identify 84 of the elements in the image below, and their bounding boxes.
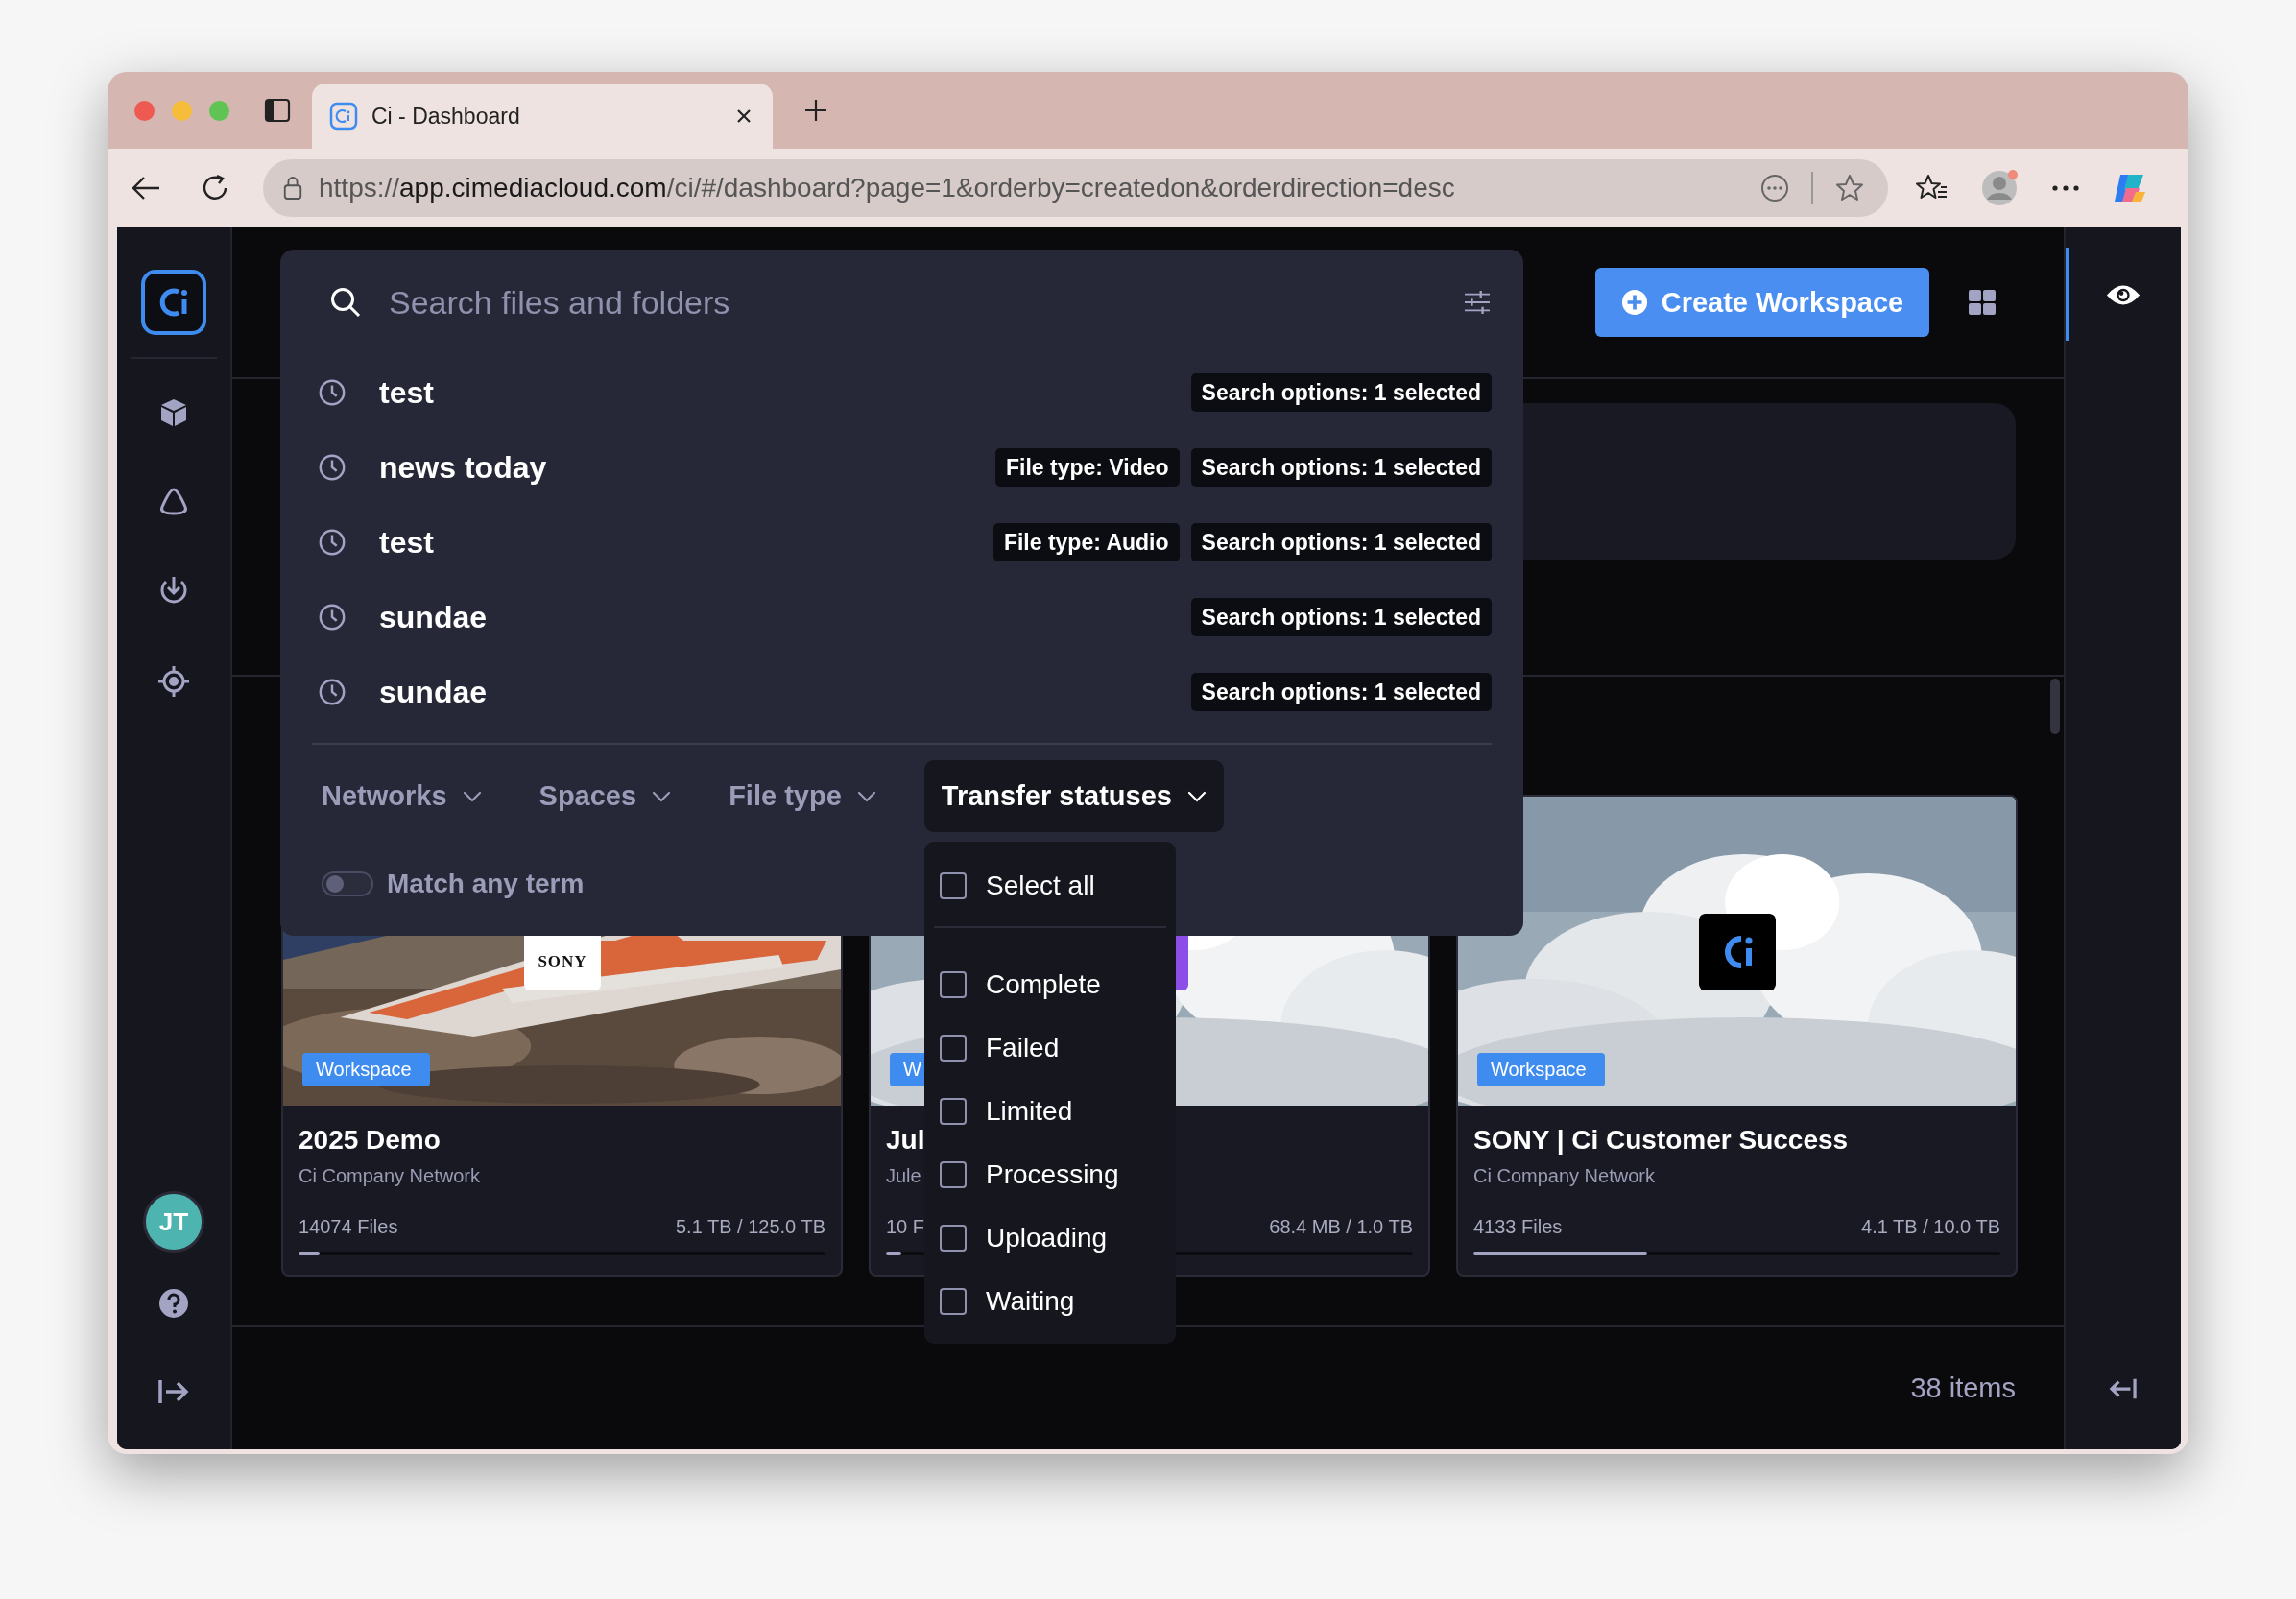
checkbox[interactable] [940,1098,967,1125]
clock-icon [318,528,347,557]
storage-usage: 68.4 MB / 1.0 TB [1269,1216,1413,1238]
workspace-badge: Workspace [302,1053,430,1086]
toggle-switch[interactable] [322,871,373,896]
network-name: Jule [886,1165,921,1187]
eye-icon[interactable] [2105,283,2141,307]
item-count: 38 items [1910,1372,2016,1404]
search-tag: Search options: 1 selected [1190,523,1492,561]
checkbox[interactable] [940,1161,967,1188]
search-query: test [379,374,434,411]
profile-icon[interactable] [1980,169,2019,207]
card-title: SONY | Ci Customer Success [1473,1125,1849,1156]
menu-option[interactable]: Uploading [924,1206,1176,1270]
recent-search-item[interactable]: news today File type: Video Search options: 1 selected [312,430,1492,505]
file-count: 14074 Files [299,1216,398,1238]
search-icon [329,286,362,319]
search-tag: Search options: 1 selected [1190,373,1492,412]
collapse-icon[interactable] [2109,1376,2138,1401]
menu-option[interactable]: Complete [924,953,1176,1016]
search-query: test [379,524,434,561]
workspace-card[interactable]: Workspace SONY | Ci Customer Success Ci Company Network 4133 Files 4.1 TB / 10.0 TB [1456,795,2018,1277]
scrollbar-thumb[interactable] [2050,679,2060,734]
recent-search-item[interactable]: test Search options: 1 selected [312,355,1492,430]
storage-usage: 5.1 TB / 125.0 TB [675,1216,825,1238]
search-field[interactable]: Search files and folders [389,279,1436,325]
network-name: Ci Company Network [1473,1165,1655,1187]
menu-option[interactable]: Processing [924,1143,1176,1206]
sidebar-toggle-icon[interactable] [264,98,291,123]
checkbox[interactable] [940,971,967,998]
checkbox[interactable] [940,872,967,899]
grid-view-icon[interactable] [1968,289,1997,316]
chevron-down-icon [1186,790,1207,802]
card-title: 2025 Demo [299,1125,441,1156]
filter-settings-icon[interactable] [1463,290,1492,315]
search-tag: Search options: 1 selected [1190,448,1492,487]
back-icon[interactable] [131,175,161,202]
filter-dropdown[interactable]: Transfer statuses [923,760,1224,832]
address-bar[interactable]: https://app.cimediacloud.com/ci/#/dashboard?page=1&orderby=createdon&orderdirection=desc [263,159,1888,217]
search-tag: File type: Audio [993,523,1180,561]
clock-icon [318,378,347,407]
file-count: 4133 Files [1473,1216,1563,1238]
favicon-icon [329,102,358,131]
search-tag: Search options: 1 selected [1190,598,1492,636]
crosshair-icon[interactable] [156,664,191,699]
new-tab-icon[interactable] [803,98,828,123]
search-tag: Search options: 1 selected [1190,673,1492,711]
toggle-label: Match any term [387,869,585,899]
chevron-down-icon [856,790,876,802]
url-text: https://app.cimediacloud.com/ci/#/dashboard?page=1&orderby=createdon&orderdirection=desc [319,173,1456,203]
file-count: 10 F [886,1216,925,1238]
network-name: Ci Company Network [299,1165,480,1187]
logo-icon[interactable] [140,269,207,336]
checkbox[interactable] [940,1225,967,1252]
storage-usage: 4.1 TB / 10.0 TB [1861,1216,2000,1238]
more-icon[interactable] [2051,184,2080,192]
workspace-badge: Workspace [1477,1053,1605,1086]
logout-icon[interactable] [157,1377,190,1406]
more-options-icon[interactable] [1759,173,1790,203]
checkbox[interactable] [940,1035,967,1062]
browser-tab[interactable]: Ci - Dashboard [312,84,773,149]
chevron-down-icon [652,790,672,802]
chevron-down-icon [462,790,482,802]
plus-circle-icon [1620,289,1648,316]
help-icon[interactable] [157,1287,190,1320]
lock-icon [282,176,303,201]
search-query: sundae [379,674,488,710]
menu-option[interactable]: Select all [924,855,1176,917]
clock-icon [318,678,347,706]
cube-icon[interactable] [158,397,189,428]
card-title: Jul [886,1125,925,1156]
search-query: news today [379,449,547,486]
star-icon[interactable] [1834,173,1865,203]
search-query: sundae [379,599,488,635]
logo-icon [1699,914,1776,990]
menu-option[interactable]: Waiting [924,1270,1176,1333]
recent-search-item[interactable]: test File type: Audio Search options: 1 selected [312,505,1492,580]
recent-search-item[interactable]: sundae Search options: 1 selected [312,655,1492,729]
recent-search-item[interactable]: sundae Search options: 1 selected [312,580,1492,655]
clock-icon [318,603,347,632]
search-tag: File type: Video [995,448,1180,487]
checkbox[interactable] [940,1288,967,1315]
clock-icon [318,453,347,482]
tab-title: Ci - Dashboard [371,103,521,130]
